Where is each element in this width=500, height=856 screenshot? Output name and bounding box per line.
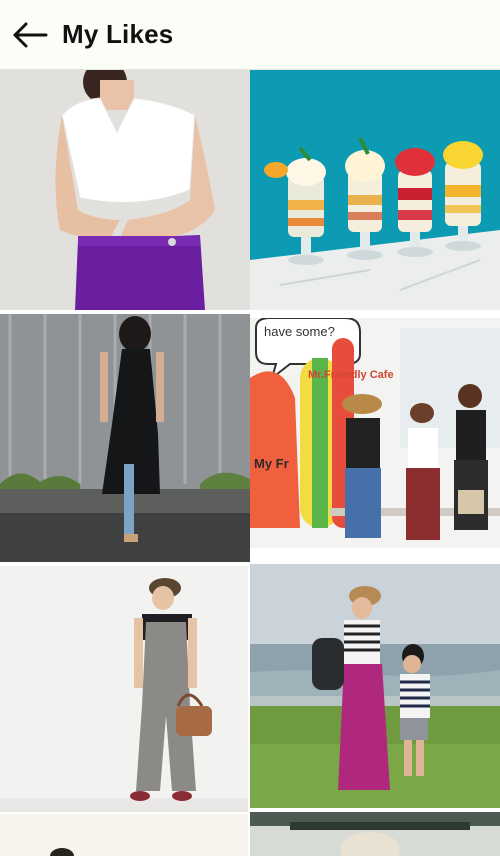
arrow-left-icon	[13, 22, 48, 47]
likes-photo-grid: have some? Mr.Friendly Cafe My Fr	[0, 70, 500, 856]
page-title: My Likes	[62, 19, 174, 49]
photo-friends-cafe-wall: have some? Mr.Friendly Cafe My Fr	[250, 318, 500, 548]
photo-tile-partial-right[interactable]	[250, 812, 500, 856]
svg-text:My Fr: My Fr	[254, 456, 289, 471]
svg-text:have some?: have some?	[264, 324, 335, 339]
photo-mother-son-seaside	[250, 564, 500, 808]
photo-tile-gray-jumpsuit[interactable]	[0, 566, 248, 812]
photo-gray-jumpsuit-outfit	[0, 566, 248, 812]
photo-partial-left	[0, 814, 248, 856]
photo-tile-white-top[interactable]	[0, 70, 250, 310]
back-button[interactable]	[12, 17, 48, 53]
app-bar: My Likes	[0, 0, 500, 70]
photo-tile-partial-left[interactable]	[0, 814, 248, 856]
photo-tile-seaside[interactable]	[250, 564, 500, 808]
photo-fruit-parfaits	[250, 70, 500, 310]
photo-tile-parfaits[interactable]	[250, 70, 500, 310]
photo-tile-black-dress[interactable]	[0, 314, 250, 562]
photo-partial-right	[250, 812, 500, 856]
svg-text:Mr.Friendly Cafe: Mr.Friendly Cafe	[308, 369, 394, 381]
photo-tile-cafe-friends[interactable]: have some? Mr.Friendly Cafe My Fr	[250, 318, 500, 548]
photo-white-top-purple-skirt	[0, 70, 250, 310]
photo-black-dress-outfit	[0, 314, 250, 562]
